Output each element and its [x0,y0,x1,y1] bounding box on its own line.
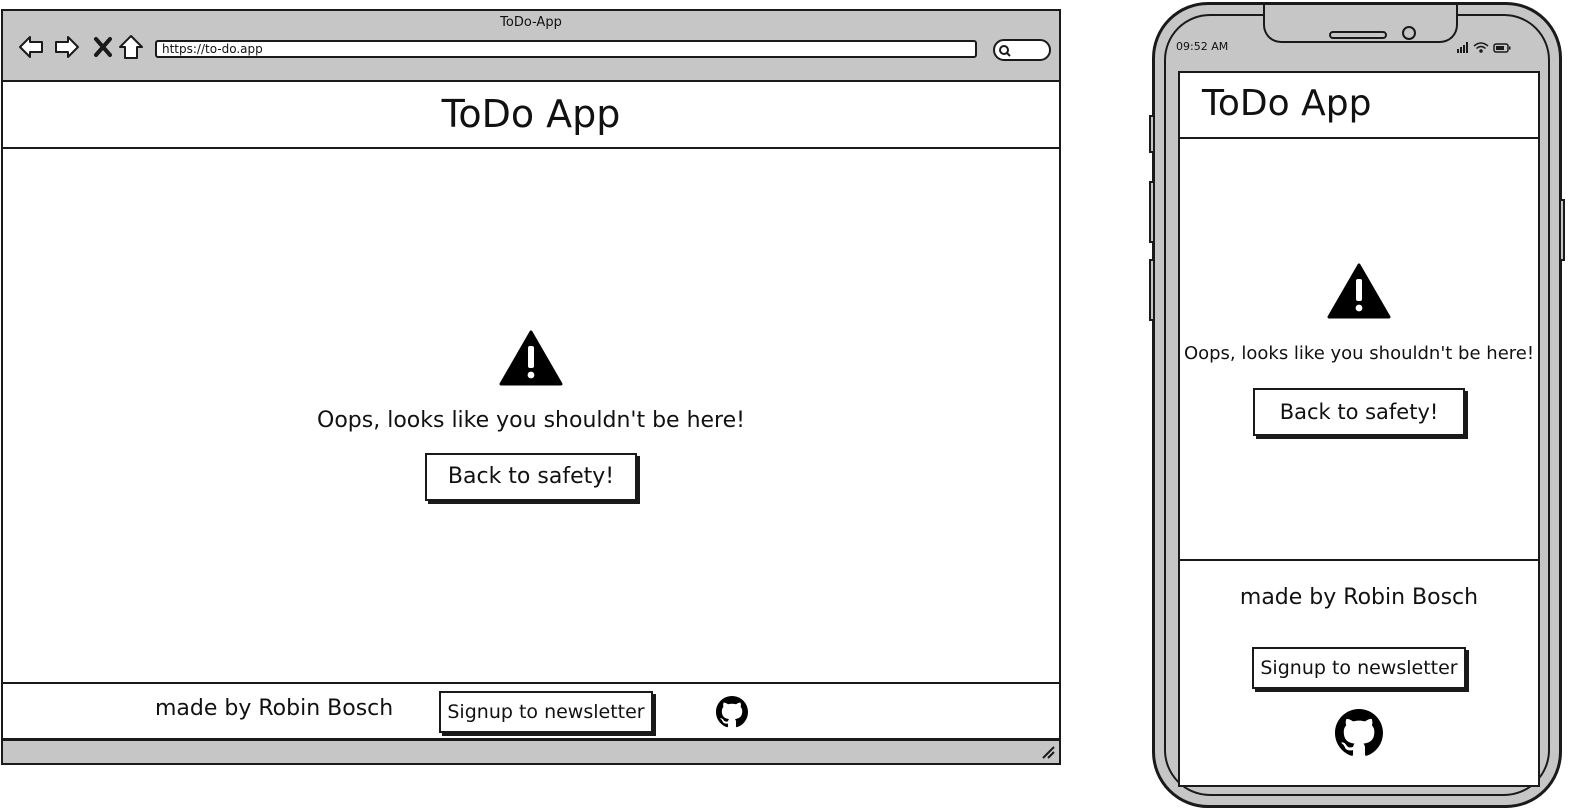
phone-camera [1402,26,1416,40]
phone-speaker [1329,31,1387,39]
page-title: ToDo App [441,91,621,136]
phone-header: ToDo App [1180,73,1538,139]
battery-icon [1493,43,1511,53]
phone-volume-down-button [1149,259,1155,321]
newsletter-signup-button[interactable]: Signup to newsletter [439,691,653,733]
window-title: ToDo-App [500,15,562,30]
search-field[interactable] [993,39,1051,61]
phone-power-button [1559,199,1565,261]
phone-newsletter-signup-button[interactable]: Signup to newsletter [1252,647,1466,689]
home-icon[interactable] [117,33,145,61]
phone-footer: made by Robin Bosch Signup to newsletter [1180,559,1538,785]
footer-credit: made by Robin Bosch [155,696,394,721]
resize-grip-icon[interactable] [1041,745,1055,759]
github-icon[interactable] [1335,709,1383,757]
wifi-icon [1473,42,1489,53]
site-footer: made by Robin Bosch Signup to newsletter [3,682,1059,740]
browser-chrome: ToDo-App https://to-do.app [3,11,1059,82]
phone-volume-up-button [1149,181,1155,243]
error-content: Oops, looks like you shouldn't be here! … [3,149,1059,682]
status-icons [1457,42,1511,53]
site-header: ToDo App [3,80,1059,149]
phone-error-message: Oops, looks like you shouldn't be here! [1183,342,1535,364]
phone-frame: 09:52 AM ToDo App Oops, looks like you s… [1149,2,1565,808]
phone-side-button [1149,115,1155,153]
search-icon [999,45,1011,57]
browser-status-bar [3,738,1059,763]
status-time: 09:52 AM [1176,40,1229,53]
close-x-icon[interactable] [89,33,117,61]
phone-footer-credit: made by Robin Bosch [1239,585,1479,610]
github-icon[interactable] [716,696,748,728]
warning-triangle-icon [1327,263,1391,318]
back-arrow-icon[interactable] [17,33,45,61]
url-bar[interactable]: https://to-do.app [155,40,977,58]
signal-icon [1457,42,1468,53]
phone-back-to-safety-button[interactable]: Back to safety! [1253,387,1465,436]
phone-page-title: ToDo App [1202,83,1372,124]
back-to-safety-button[interactable]: Back to safety! [425,453,637,501]
error-message: Oops, looks like you shouldn't be here! [317,408,745,433]
phone-screen: ToDo App Oops, looks like you shouldn't … [1178,71,1540,787]
warning-triangle-icon [499,330,563,386]
forward-arrow-icon[interactable] [53,33,81,61]
browser-window: ToDo-App https://to-do.app ToDo App Oops… [1,9,1061,765]
phone-error-content: Oops, looks like you shouldn't be here! … [1180,139,1538,559]
